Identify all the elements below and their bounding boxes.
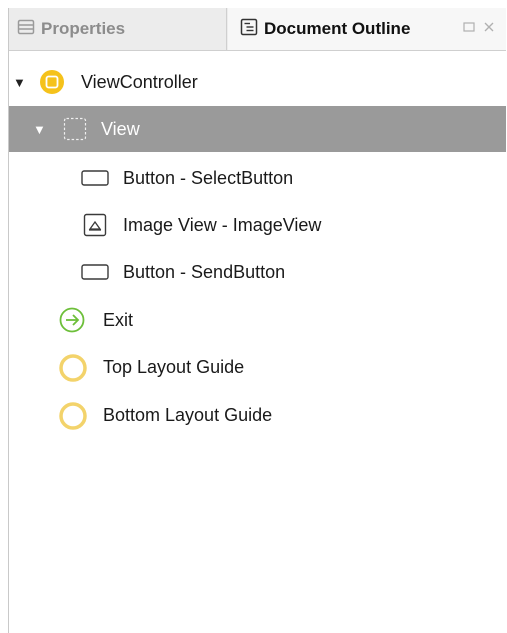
tab-document-outline-label: Document Outline — [264, 19, 411, 38]
outline-item-select-button[interactable]: Button - SelectButton — [9, 155, 506, 201]
outline-item-view[interactable]: ▼ View — [9, 106, 506, 152]
outline-item-label: View — [101, 118, 140, 139]
outline-item-label: Button - SelectButton — [123, 167, 294, 188]
document-outline-tree: ▼ ViewController ▼ View Button - SelectB… — [9, 51, 506, 633]
outline-item-label: Button - SendButton — [123, 261, 286, 282]
outline-item-image-view[interactable]: Image View - ImageView — [9, 202, 506, 248]
tab-actions — [462, 20, 496, 39]
outline-item-top-layout-guide[interactable]: Top Layout Guide — [9, 344, 506, 390]
tab-properties-label: Properties — [41, 19, 126, 38]
button-icon — [81, 263, 109, 281]
disclosure-triangle-icon[interactable]: ▼ — [33, 122, 46, 137]
outline-item-exit[interactable]: Exit — [9, 297, 506, 343]
close-icon[interactable] — [482, 20, 496, 39]
document-outline-icon — [240, 18, 258, 41]
layout-guide-icon — [59, 402, 87, 430]
view-controller-icon — [39, 69, 65, 95]
layout-guide-icon — [59, 354, 87, 382]
view-icon — [63, 117, 87, 141]
disclosure-triangle-icon[interactable]: ▼ — [13, 75, 26, 90]
tab-properties[interactable]: Properties — [9, 8, 227, 50]
maximize-icon[interactable] — [462, 20, 476, 39]
tab-document-outline[interactable]: Document Outline — [228, 8, 506, 50]
button-icon — [81, 169, 109, 187]
outline-item-label: Bottom Layout Guide — [103, 404, 273, 425]
outline-item-view-controller[interactable]: ▼ ViewController — [9, 59, 506, 105]
outline-item-bottom-layout-guide[interactable]: Bottom Layout Guide — [9, 392, 506, 438]
outline-item-label: Image View - ImageView — [123, 214, 322, 235]
properties-icon — [17, 18, 35, 41]
outline-item-label: Exit — [103, 309, 134, 330]
outline-item-label: ViewController — [81, 71, 198, 92]
image-view-icon — [83, 213, 107, 237]
outline-item-send-button[interactable]: Button - SendButton — [9, 249, 506, 295]
exit-icon — [59, 307, 85, 333]
inspector-tab-bar: Properties Document Outline — [9, 8, 506, 51]
document-outline-panel: Properties Document Outline ▼ ViewContro… — [8, 8, 506, 633]
outline-item-label: Top Layout Guide — [103, 356, 245, 377]
